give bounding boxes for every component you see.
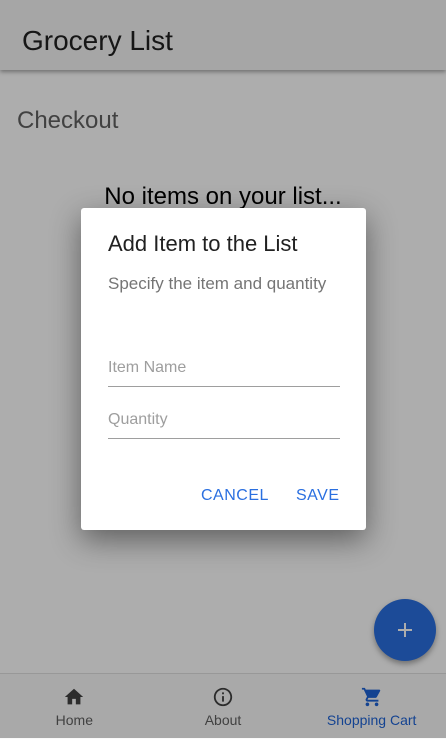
dialog-title: Add Item to the List <box>108 231 298 256</box>
item-name-input[interactable] <box>108 350 340 387</box>
dialog-description: Specify the item and quantity <box>108 274 327 293</box>
save-button[interactable]: SAVE <box>296 486 340 506</box>
quantity-input[interactable] <box>108 402 340 439</box>
add-item-dialog: Add Item to the List Specify the item an… <box>81 208 366 530</box>
cancel-button[interactable]: CANCEL <box>201 486 269 506</box>
